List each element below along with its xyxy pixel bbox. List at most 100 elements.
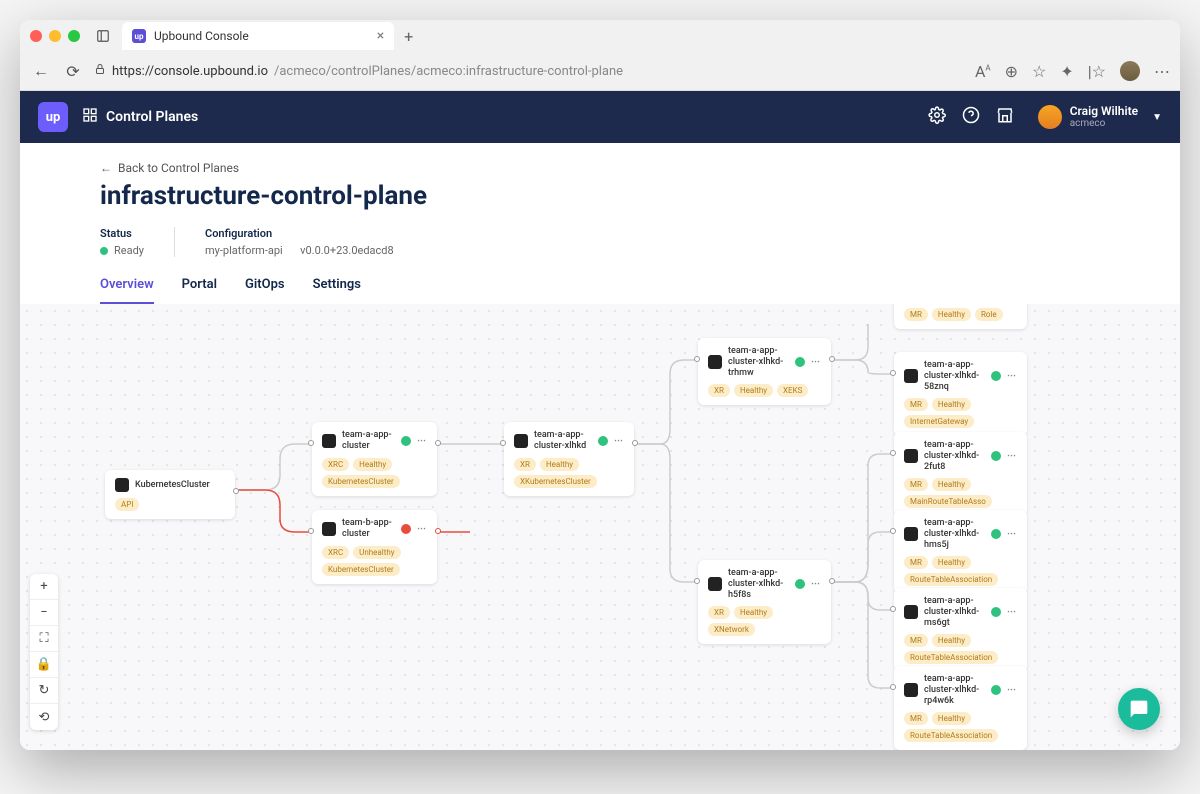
node-r2[interactable]: team-a-app-cluster-xlhkd-58znq ⋯ MR Heal…: [894, 352, 1027, 436]
app-logo[interactable]: up: [38, 102, 68, 132]
config-version: v0.0.0+23.0edacd8: [300, 244, 394, 257]
port-in[interactable]: [694, 356, 700, 362]
back-link[interactable]: ← Back to Control Planes: [100, 161, 1100, 175]
user-menu[interactable]: Craig Wilhite acmeco ▼: [1038, 105, 1162, 129]
node-name: KubernetesCluster: [135, 480, 225, 491]
node-team-a-xlhkd[interactable]: team-a-app-cluster-xlhkd ⋯ XR Healthy XK…: [504, 422, 634, 496]
chevron-down-icon: ▼: [1152, 112, 1162, 123]
window-controls[interactable]: [30, 30, 80, 42]
chat-widget[interactable]: [1118, 688, 1160, 730]
tag: MainRouteTableAsso: [904, 495, 992, 508]
node-menu[interactable]: ⋯: [614, 436, 624, 446]
store-icon[interactable]: [996, 106, 1014, 128]
grid-icon: [82, 107, 98, 127]
port-in[interactable]: [500, 440, 506, 446]
node-r1[interactable]: MR Healthy Role: [894, 304, 1027, 329]
maximize-window[interactable]: [68, 30, 80, 42]
status-ok-icon: [795, 357, 805, 367]
node-menu[interactable]: ⋯: [1007, 607, 1017, 617]
close-window[interactable]: [30, 30, 42, 42]
tag: XNetwork: [708, 623, 755, 636]
sidebar-toggle-icon[interactable]: [94, 29, 112, 43]
url-host: https://console.upbound.io: [112, 64, 268, 79]
node-r3[interactable]: team-a-app-cluster-xlhkd-2fut8 ⋯ MR Heal…: [894, 432, 1027, 516]
tag: Role: [975, 308, 1003, 321]
port-in[interactable]: [308, 528, 314, 534]
node-menu[interactable]: ⋯: [1007, 685, 1017, 695]
status-label: Status: [100, 227, 144, 240]
tag: KubernetesCluster: [322, 563, 400, 576]
node-menu[interactable]: ⋯: [1007, 371, 1017, 381]
node-menu[interactable]: ⋯: [811, 357, 821, 367]
port-in[interactable]: [890, 684, 896, 690]
reset-button[interactable]: ↻: [30, 678, 58, 704]
node-trhmw[interactable]: team-a-app-cluster-xlhkd-trhmw ⋯ XR Heal…: [698, 338, 831, 405]
zoom-in-button[interactable]: +: [30, 574, 58, 600]
port-out[interactable]: [829, 578, 835, 584]
tag: KubernetesCluster: [322, 475, 400, 488]
status-error-icon: [401, 524, 411, 534]
port-in[interactable]: [890, 606, 896, 612]
node-name: team-a-app-cluster-xlhkd-h5f8s: [728, 568, 789, 600]
node-menu[interactable]: ⋯: [417, 524, 427, 534]
port-out[interactable]: [233, 488, 239, 494]
node-r6[interactable]: team-a-app-cluster-xlhkd-rp4w6k ⋯ MR Hea…: [894, 666, 1027, 750]
node-menu[interactable]: ⋯: [417, 436, 427, 446]
resource-icon: [322, 522, 336, 536]
fullscreen-button[interactable]: ⛶: [30, 626, 58, 652]
node-menu[interactable]: ⋯: [1007, 529, 1017, 539]
help-icon[interactable]: [962, 106, 980, 128]
node-r5[interactable]: team-a-app-cluster-xlhkd-ms6gt ⋯ MR Heal…: [894, 588, 1027, 672]
page-title: infrastructure-control-plane: [100, 181, 1100, 211]
port-in[interactable]: [890, 450, 896, 456]
refresh-button[interactable]: ⟳: [62, 62, 84, 81]
node-kubernetescluster[interactable]: KubernetesCluster API: [105, 470, 235, 519]
port-in[interactable]: [890, 528, 896, 534]
tag: XRC: [322, 458, 349, 471]
refresh-button[interactable]: ⟲: [30, 704, 58, 730]
tag: Healthy: [353, 458, 392, 471]
node-menu[interactable]: ⋯: [811, 579, 821, 589]
user-name: Craig Wilhite: [1070, 105, 1138, 118]
nav-control-planes[interactable]: Control Planes: [106, 109, 198, 125]
port-in[interactable]: [890, 370, 896, 376]
back-button[interactable]: ←: [30, 61, 52, 81]
tab-gitops[interactable]: GitOps: [245, 277, 285, 304]
node-r4[interactable]: team-a-app-cluster-xlhkd-hms5j ⋯ MR Heal…: [894, 510, 1027, 594]
tab-overview[interactable]: Overview: [100, 277, 154, 304]
collections-icon[interactable]: |☆: [1088, 62, 1106, 81]
tag: Healthy: [932, 478, 971, 491]
status-ok-icon: [598, 436, 608, 446]
profile-avatar[interactable]: [1120, 61, 1140, 81]
tab-title: Upbound Console: [154, 29, 249, 43]
port-out[interactable]: [435, 440, 441, 446]
status-value: Ready: [114, 244, 144, 257]
resource-icon: [115, 478, 129, 492]
address-bar[interactable]: https://console.upbound.io/acmeco/contro…: [94, 63, 965, 79]
tag: MR: [904, 478, 928, 491]
minimize-window[interactable]: [49, 30, 61, 42]
settings-icon[interactable]: [928, 106, 946, 128]
node-team-b[interactable]: team-b-app-cluster ⋯ XRC Unhealthy Kuber…: [312, 510, 437, 584]
tab-close-icon[interactable]: ×: [377, 28, 384, 44]
browser-tab[interactable]: up Upbound Console ×: [122, 22, 394, 50]
port-in[interactable]: [308, 440, 314, 446]
menu-icon[interactable]: ⋯: [1154, 62, 1170, 81]
text-size-icon[interactable]: AA: [975, 62, 991, 81]
port-out[interactable]: [632, 440, 638, 446]
tab-portal[interactable]: Portal: [182, 277, 217, 304]
node-menu[interactable]: ⋯: [1007, 451, 1017, 461]
port-out[interactable]: [829, 356, 835, 362]
lock-button[interactable]: 🔒: [30, 652, 58, 678]
new-tab-button[interactable]: +: [404, 27, 413, 46]
node-h5f8s[interactable]: team-a-app-cluster-xlhkd-h5f8s ⋯ XR Heal…: [698, 560, 831, 644]
port-out[interactable]: [435, 528, 441, 534]
resource-graph-canvas[interactable]: KubernetesCluster API team-a-app-cluster…: [20, 304, 1180, 750]
zoom-icon[interactable]: ⊕: [1005, 62, 1018, 81]
favorite-icon[interactable]: ☆: [1032, 62, 1046, 81]
port-in[interactable]: [694, 578, 700, 584]
tab-settings[interactable]: Settings: [313, 277, 361, 304]
extension-icon[interactable]: ✦: [1060, 62, 1073, 81]
node-team-a[interactable]: team-a-app-cluster ⋯ XRC Healthy Kuberne…: [312, 422, 437, 496]
zoom-out-button[interactable]: −: [30, 600, 58, 626]
